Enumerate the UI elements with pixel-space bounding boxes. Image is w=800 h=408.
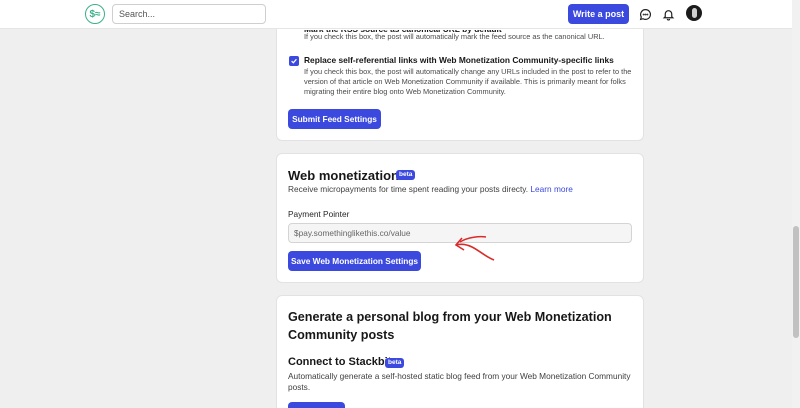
stackbit-beta-badge: beta [385, 358, 405, 368]
web-monetization-title: Web monetization [288, 168, 399, 183]
canonical-url-help: If you check this box, the post will aut… [304, 32, 605, 41]
bell-icon[interactable] [661, 7, 675, 21]
chat-icon[interactable] [638, 7, 652, 21]
replace-links-help: If you check this box, the post will aut… [304, 67, 632, 96]
save-web-monetization-button[interactable]: Save Web Monetization Settings [288, 251, 421, 271]
connect-stackbit-button[interactable] [288, 402, 345, 408]
avatar[interactable] [686, 5, 702, 21]
payment-pointer-label: Payment Pointer [288, 209, 350, 219]
web-monetization-description: Receive micropayments for time spent rea… [288, 184, 573, 194]
submit-feed-settings-button[interactable]: Submit Feed Settings [288, 109, 381, 129]
logo[interactable]: $≈ [85, 4, 105, 24]
beta-badge: beta [396, 170, 416, 180]
search-input[interactable] [112, 4, 266, 24]
stackbit-description: Automatically generate a self-hosted sta… [288, 371, 631, 392]
replace-links-checkbox[interactable] [289, 56, 299, 66]
annotation-arrow [454, 235, 495, 261]
web-monetization-description-text: Receive micropayments for time spent rea… [288, 184, 529, 194]
stackbit-title: Connect to Stackbit [288, 356, 392, 368]
check-icon [291, 58, 297, 64]
page-scrollbar[interactable] [792, 0, 800, 408]
replace-links-label: Replace self-referential links with Web … [304, 55, 614, 65]
top-nav: $≈ Write a post [0, 0, 792, 29]
learn-more-link[interactable]: Learn more [530, 184, 572, 194]
write-post-button[interactable]: Write a post [568, 4, 629, 24]
scroll-thumb[interactable] [793, 226, 799, 338]
personal-blog-title: Generate a personal blog from your Web M… [288, 310, 612, 342]
